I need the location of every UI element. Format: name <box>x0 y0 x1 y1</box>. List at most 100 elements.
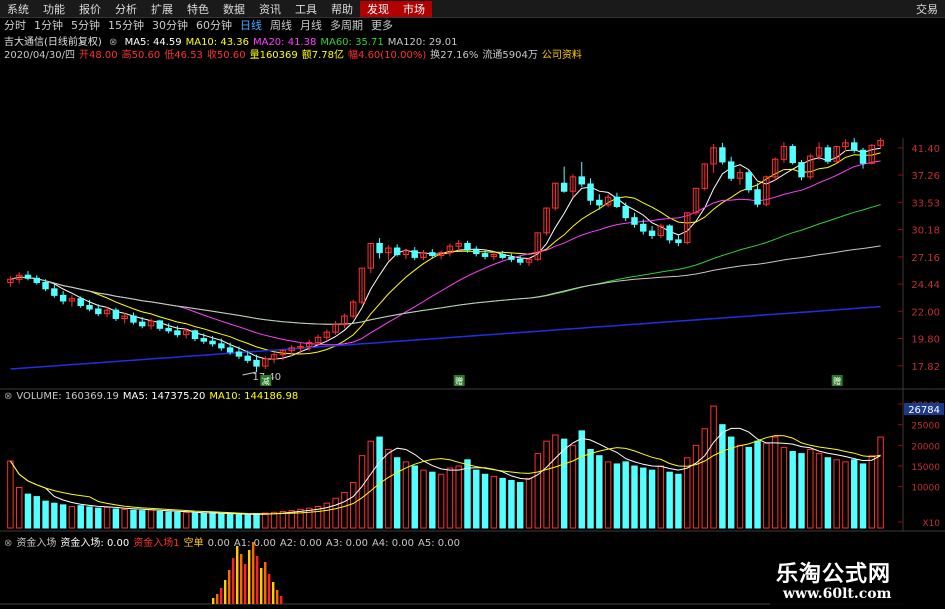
candle-body <box>560 182 568 192</box>
candle-body <box>139 321 146 327</box>
candle-body <box>666 225 673 241</box>
volume-bar <box>86 506 93 529</box>
volume-bar <box>385 448 392 529</box>
fund-bar <box>224 580 227 604</box>
candle-body <box>33 277 40 283</box>
volume-bar <box>429 471 436 529</box>
volume-bar <box>15 486 23 529</box>
volume-bar <box>675 473 682 529</box>
volume-tick-label: 20000 <box>911 442 940 452</box>
volume-bar <box>402 461 410 529</box>
candle-body <box>77 298 84 307</box>
candle-body <box>112 309 120 319</box>
candle-body <box>596 199 603 206</box>
volume-bar <box>640 467 647 529</box>
candle-body <box>481 253 489 257</box>
fund-bar <box>220 588 223 604</box>
volume-bar <box>516 482 524 529</box>
volume-bar <box>244 514 251 529</box>
volume-bar <box>789 451 796 529</box>
price-tick-label: 27.16 <box>911 253 940 264</box>
volume-bar <box>306 507 313 529</box>
fund-label-8: A4: 0.00 <box>371 538 414 549</box>
volume-bar <box>604 461 612 529</box>
volume-bar <box>270 511 278 529</box>
fund-label-2: 资金入场1 <box>133 538 180 549</box>
volume-bar <box>121 508 128 529</box>
price-tick-label: 24.44 <box>911 280 940 291</box>
candle-body <box>499 254 506 258</box>
fund-bar <box>272 582 275 604</box>
volume-bar <box>349 482 357 529</box>
volume-bar <box>42 500 49 529</box>
candle-body <box>218 343 225 349</box>
volume-bar <box>95 507 102 529</box>
volume-bar <box>420 469 427 529</box>
candle-body <box>648 230 656 236</box>
volume-bar <box>130 509 137 529</box>
volume-bar <box>358 455 366 529</box>
volume-bar <box>543 440 550 529</box>
volume-bar <box>710 405 717 529</box>
volume-current-label: 26784 <box>908 405 940 416</box>
candle-body <box>200 338 207 342</box>
volume-bar <box>174 511 181 529</box>
volume-tick-label: 25000 <box>911 422 940 432</box>
candle-body <box>244 355 251 361</box>
candle-body <box>165 327 172 332</box>
candle-body <box>59 294 67 302</box>
candle-body <box>464 242 471 251</box>
volume-bar <box>622 461 629 529</box>
volume-header: ⊗ VOLUME: 160369.19 MA5: 147375.20 MA10: 14… <box>4 391 306 402</box>
volume-bar <box>59 504 67 529</box>
volume-bar <box>833 459 840 529</box>
volume-bar <box>657 465 665 529</box>
volume-bar <box>77 505 84 529</box>
volume-bar <box>446 467 454 529</box>
volume-bar <box>156 510 164 529</box>
volume-bar <box>552 434 559 529</box>
volume-bar <box>560 438 568 529</box>
fund-bar <box>232 558 235 604</box>
volume-bar <box>147 509 155 529</box>
fund-label-1: 资金入场: 0.00 <box>60 538 130 549</box>
volume-bar <box>648 469 656 529</box>
volume-bar <box>112 508 120 529</box>
candle-body <box>191 330 199 340</box>
volume-bar <box>297 508 304 529</box>
fund-label-7: A3: 0.00 <box>325 538 368 549</box>
fund-bar <box>280 596 283 604</box>
candle-body <box>622 205 629 219</box>
volume-bar <box>763 442 770 529</box>
fund-bar <box>252 542 255 604</box>
price-tick-label: 30.18 <box>911 226 940 237</box>
volume-bar <box>437 473 445 529</box>
fund-bar <box>248 550 251 604</box>
volume-bar <box>596 455 603 529</box>
event-marker-label: 减 <box>262 376 270 386</box>
candle-body <box>824 147 832 162</box>
volume-bar <box>24 493 32 529</box>
candle-body <box>235 351 243 357</box>
candle-body <box>209 340 216 345</box>
volume-bar <box>209 512 216 529</box>
volume-bar <box>692 444 700 529</box>
volume-bar <box>393 457 401 529</box>
fund-label-9: A5: 0.00 <box>417 538 461 549</box>
candle-body <box>587 183 594 201</box>
fund-label-3: 空单 <box>183 538 204 549</box>
volume-bar <box>701 428 709 529</box>
fund-bar <box>244 564 247 604</box>
volume-bar <box>780 446 788 529</box>
volume-bar <box>332 497 339 529</box>
volume-bar <box>578 430 585 529</box>
fund-settings-icon[interactable]: ⊗ <box>4 538 12 549</box>
fund-label-6: A2: 0.00 <box>279 538 322 549</box>
volume-bar <box>868 455 876 529</box>
candle-body <box>24 274 32 279</box>
fund-bar <box>264 562 267 604</box>
chart-canvas[interactable]: 41.40 37.26 33.53 30.18 27.16 24.44 22.00 19.80… <box>0 0 945 609</box>
volume-settings-icon[interactable]: ⊗ <box>4 391 12 402</box>
volume-bar <box>666 471 673 529</box>
vol-label-2: MA10: 144186.98 <box>209 391 299 402</box>
